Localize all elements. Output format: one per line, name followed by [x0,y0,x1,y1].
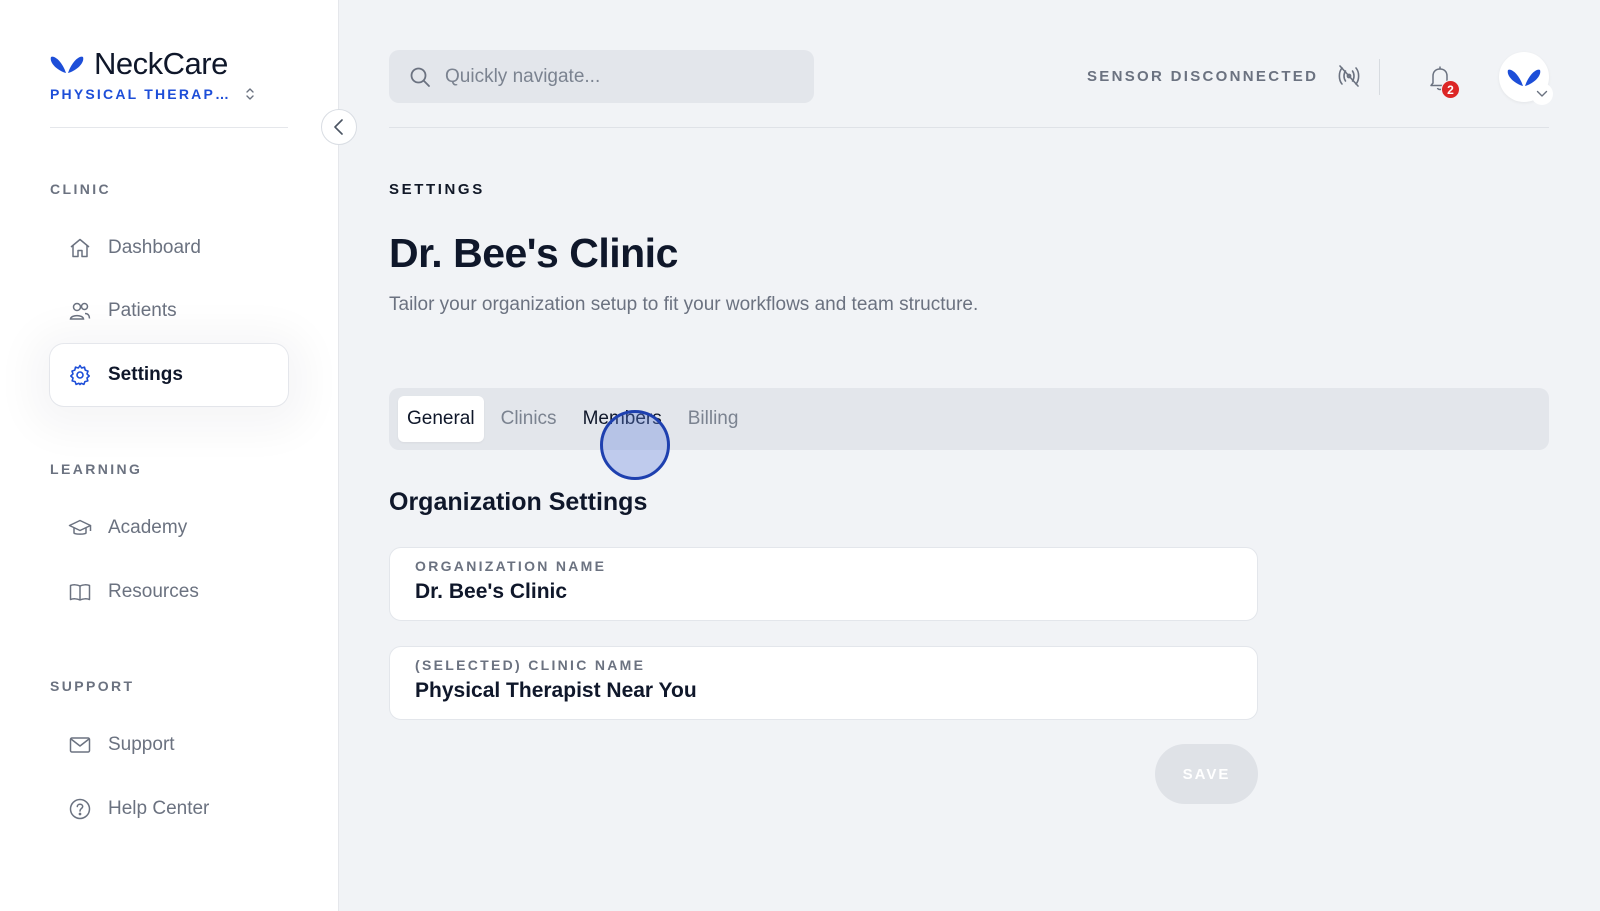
sidebar-item-patients[interactable]: Patients [50,280,288,342]
sidebar-item-label: Settings [108,364,183,385]
book-icon [69,584,91,601]
chevron-down-icon [1536,90,1548,97]
sidebar-item-label: Resources [108,581,199,602]
sidebar-item-label: Academy [108,517,188,538]
sidebar-item-label: Support [108,734,175,755]
tab-members[interactable]: Members [574,396,671,442]
sidebar: NeckCare PHYSICAL THERAPIST NEAR YOU CLI… [0,0,339,911]
clinic-name-field[interactable]: (SELECTED) CLINIC NAME Physical Therapis… [389,646,1258,720]
sidebar-item-help-center[interactable]: Help Center [50,778,288,840]
tab-billing[interactable]: Billing [679,396,748,442]
notification-badge: 2 [1441,80,1460,99]
section-label-support: SUPPORT [50,678,135,694]
search-input[interactable] [445,65,775,88]
sidebar-item-label: Dashboard [108,237,201,258]
org-selector-label: PHYSICAL THERAPIST NEAR YOU [50,86,230,102]
section-title: Organization Settings [389,488,648,516]
sidebar-divider [50,127,288,128]
sensor-status[interactable]: SENSOR DISCONNECTED [1087,64,1362,88]
butterfly-logo-icon [50,56,84,73]
field-label: ORGANIZATION NAME [415,558,607,574]
gear-icon [70,364,90,386]
settings-tabs: General Clinics Members Billing [389,388,1549,450]
field-label: (SELECTED) CLINIC NAME [415,657,646,673]
sidebar-item-support[interactable]: Support [50,714,288,776]
page-title: Dr. Bee's Clinic [389,230,678,276]
mail-icon [69,737,91,753]
save-button[interactable]: SAVE [1155,744,1258,804]
tab-clinics[interactable]: Clinics [492,396,566,442]
header-divider [1379,59,1380,95]
brand[interactable]: NeckCare [50,46,228,82]
sidebar-item-academy[interactable]: Academy [50,497,288,559]
chevron-updown-icon [246,88,254,100]
sidebar-item-settings[interactable]: Settings [50,344,288,406]
sidebar-item-label: Patients [108,300,177,321]
brand-name: NeckCare [94,46,228,81]
section-label-learning: LEARNING [50,461,143,477]
page-kicker: SETTINGS [389,181,485,198]
field-value[interactable]: Dr. Bee's Clinic [415,580,1232,604]
collapse-sidebar-button[interactable] [321,109,357,145]
page-description: Tailor your organization setup to fit yo… [389,294,979,315]
help-circle-icon [69,798,91,820]
quick-navigate-search[interactable] [389,50,814,103]
chevron-left-icon [334,119,343,135]
sidebar-item-label: Help Center [108,798,210,819]
home-icon [70,238,90,258]
users-icon [69,302,91,320]
tab-general[interactable]: General [398,396,484,442]
sidebar-item-resources[interactable]: Resources [50,561,288,623]
graduation-cap-icon [68,519,92,535]
organization-name-field[interactable]: ORGANIZATION NAME Dr. Bee's Clinic [389,547,1258,621]
section-label-clinic: CLINIC [50,181,112,197]
sensor-status-text: SENSOR DISCONNECTED [1087,67,1319,85]
header-divider [389,127,1549,128]
sidebar-item-dashboard[interactable]: Dashboard [50,217,288,279]
search-icon [410,67,430,87]
sensor-disconnected-icon [1338,65,1360,87]
org-selector[interactable]: PHYSICAL THERAPIST NEAR YOU [50,86,260,102]
account-menu-toggle[interactable] [1531,83,1553,105]
field-value[interactable]: Physical Therapist Near You [415,679,1232,703]
